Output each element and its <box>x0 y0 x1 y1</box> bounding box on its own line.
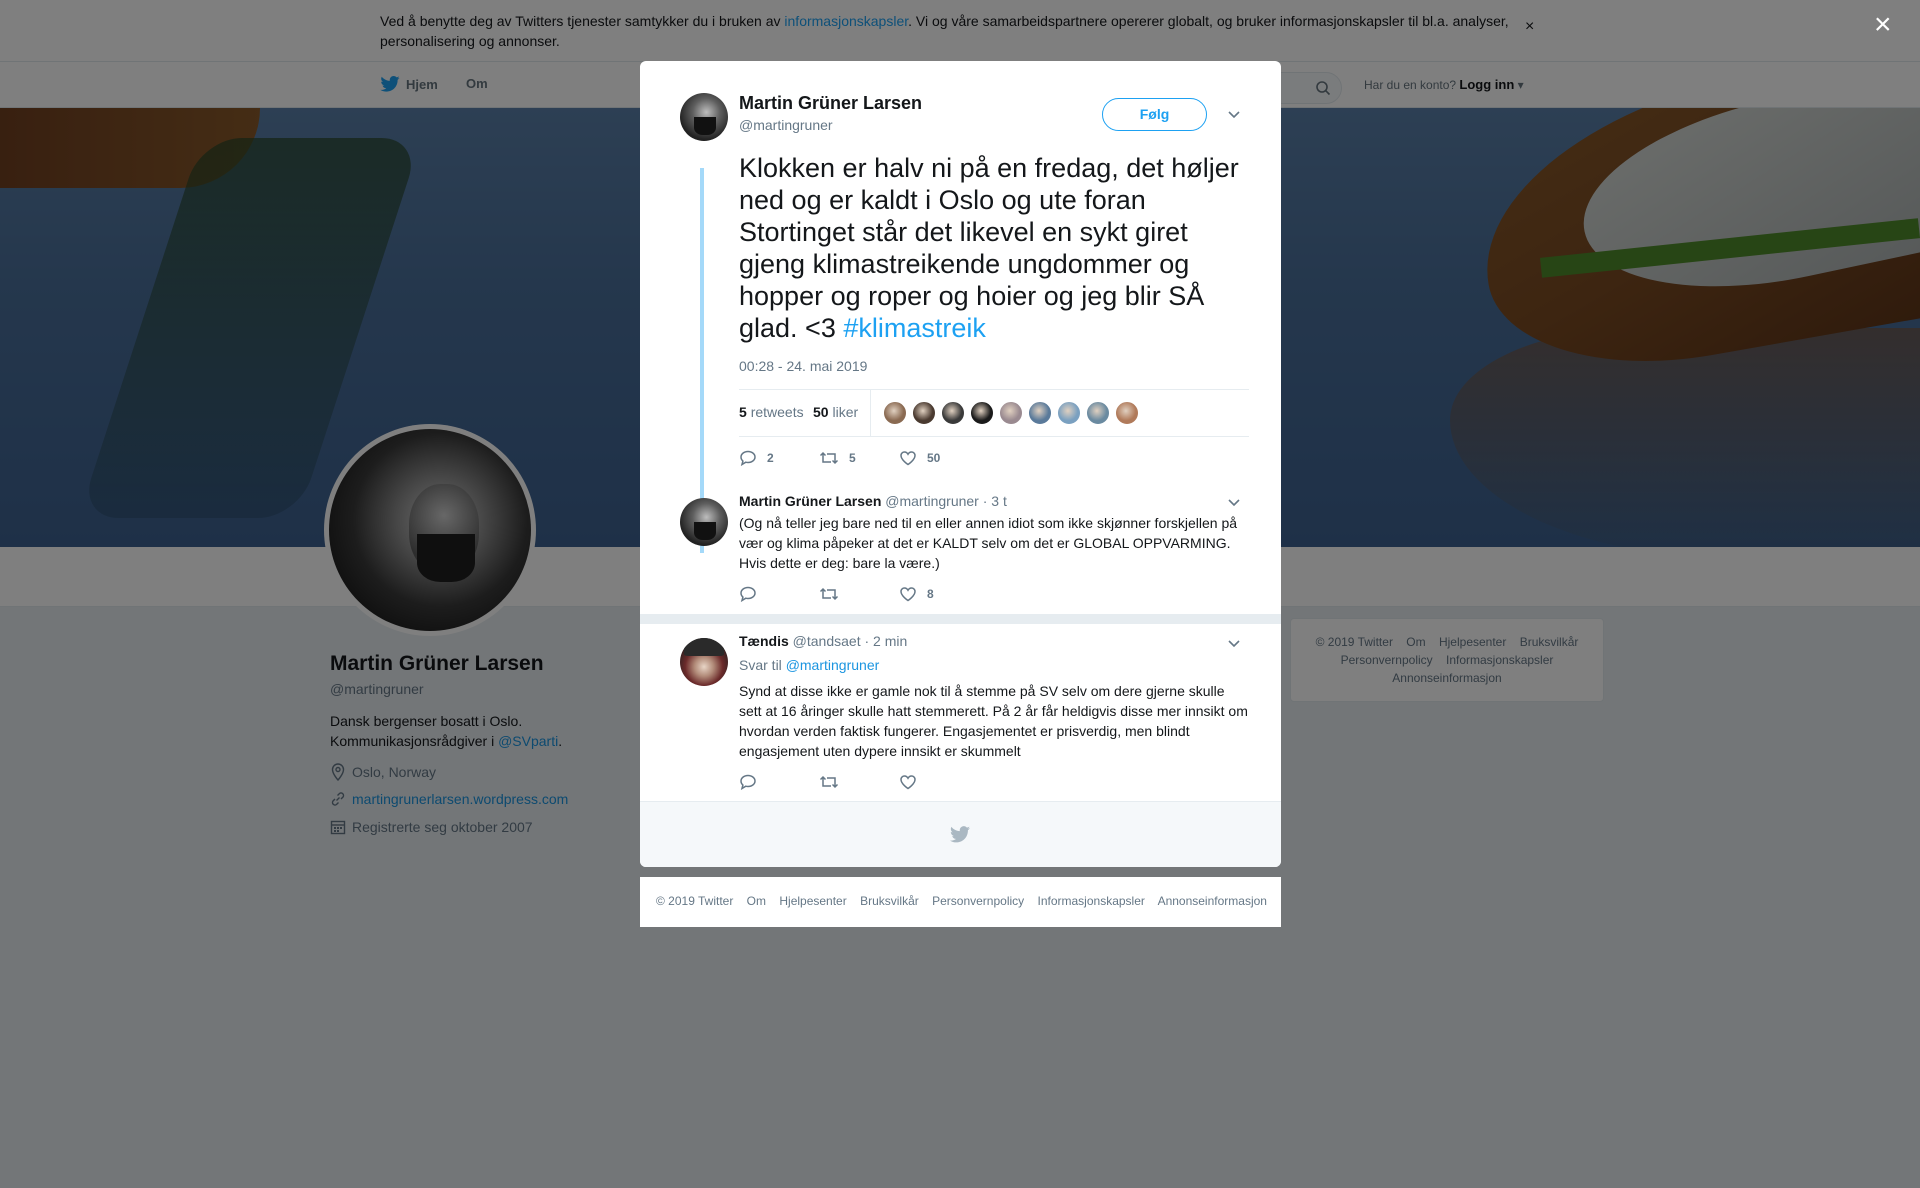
like-action[interactable]: 50 <box>899 450 979 466</box>
liker-avatar[interactable] <box>970 401 994 425</box>
like-count: 8 <box>927 587 934 601</box>
reply-header: Martin Grüner Larsen @martingruner · 3 t <box>739 493 1007 509</box>
twitter-bird-icon <box>950 826 970 843</box>
tweet-timestamp[interactable]: 00:28 - 24. mai 2019 <box>739 358 867 374</box>
reply-action[interactable]: 2 <box>739 450 819 466</box>
thread-separator <box>640 614 1281 624</box>
liker-avatar[interactable] <box>941 401 965 425</box>
reply-header: Tændis @tandsaet · 2 min <box>739 633 907 649</box>
retweet-action[interactable] <box>819 774 899 790</box>
likers-avatars <box>883 401 1139 425</box>
like-stat[interactable]: 50 liker <box>813 404 858 420</box>
liker-avatar[interactable] <box>1115 401 1139 425</box>
modal-footer <box>640 801 1281 867</box>
liker-avatar[interactable] <box>1028 401 1052 425</box>
reply-actions <box>739 774 979 790</box>
retweet-icon <box>819 775 839 789</box>
footer-link[interactable]: Annonseinformasjon <box>1158 894 1267 908</box>
retweet-stat[interactable]: 5 retweets <box>739 404 804 420</box>
reply-icon <box>740 774 756 790</box>
heart-icon <box>900 451 916 466</box>
retweet-icon <box>819 587 839 601</box>
tweet-body: Klokken er halv ni på en fredag, det høl… <box>739 153 1239 343</box>
heart-icon <box>900 775 916 790</box>
reply-text: Synd at disse ikke er gamle nok til å st… <box>739 683 1248 759</box>
reply-menu-chevron-icon[interactable] <box>1227 638 1241 648</box>
tweet-text: Klokken er halv ni på en fredag, det høl… <box>739 152 1249 344</box>
reply-time[interactable]: · 2 min <box>864 633 907 649</box>
footer-link[interactable]: Bruksvilkår <box>860 894 919 908</box>
footer-copyright: © 2019 Twitter <box>656 894 734 908</box>
hashtag-link[interactable]: #klimastreik <box>843 313 986 343</box>
follow-button[interactable]: Følg <box>1102 98 1207 131</box>
tweet-author-name[interactable]: Martin Grüner Larsen <box>739 93 922 114</box>
stats-divider <box>870 390 871 437</box>
like-count: 50 <box>927 451 941 465</box>
like-stat-count: 50 <box>813 404 829 420</box>
tweet-actions: 2 5 50 <box>739 450 979 466</box>
reply-to-line: Svar til @martingruner <box>739 657 879 673</box>
footer-link[interactable]: Personvernpolicy <box>932 894 1024 908</box>
reply-author-handle[interactable]: @tandsaet <box>793 633 861 649</box>
reply-text: (Og nå teller jeg bare ned til en eller … <box>739 515 1238 571</box>
footer-link[interactable]: Hjelpesenter <box>779 894 846 908</box>
reply-author-avatar[interactable] <box>680 638 728 686</box>
retweet-stat-label: retweets <box>750 404 804 420</box>
retweet-stat-count: 5 <box>739 404 747 420</box>
retweet-icon <box>819 451 839 465</box>
liker-avatar[interactable] <box>883 401 907 425</box>
reply-to-label: Svar til <box>739 657 782 673</box>
reply-actions: 8 <box>739 586 979 602</box>
thread-connector-line <box>700 168 704 553</box>
footer-link[interactable]: Om <box>747 894 766 908</box>
retweet-count: 5 <box>849 451 856 465</box>
reply-menu-chevron-icon[interactable] <box>1227 497 1241 507</box>
reply-author-name[interactable]: Martin Grüner Larsen <box>739 493 881 509</box>
tweet-stats: 5 retweets 50 liker <box>739 389 1249 437</box>
liker-avatar[interactable] <box>1057 401 1081 425</box>
footer-link[interactable]: Informasjonskapsler <box>1038 894 1145 908</box>
heart-icon <box>900 587 916 602</box>
close-modal-icon[interactable]: × <box>1874 10 1892 40</box>
tweet-menu-chevron-icon[interactable] <box>1227 109 1241 119</box>
reply-to-mention-link[interactable]: @martingruner <box>786 657 880 673</box>
tweet-permalink-modal: Martin Grüner Larsen @martingruner Følg … <box>640 61 1281 867</box>
tweet-author-handle[interactable]: @martingruner <box>739 117 833 133</box>
like-action[interactable] <box>899 774 979 790</box>
tweet-author-avatar[interactable] <box>680 93 728 141</box>
reply-icon <box>740 450 756 466</box>
like-stat-label: liker <box>832 404 859 420</box>
like-action[interactable]: 8 <box>899 586 979 602</box>
reply-icon <box>740 586 756 602</box>
modal-bottom-footer: © 2019 Twitter Om Hjelpesenter Bruksvilk… <box>640 877 1281 927</box>
reply-count: 2 <box>767 451 774 465</box>
reply-author-handle[interactable]: @martingruner <box>885 493 979 509</box>
reply-author-name[interactable]: Tændis <box>739 633 789 649</box>
retweet-action[interactable] <box>819 586 899 602</box>
retweet-action[interactable]: 5 <box>819 450 899 466</box>
liker-avatar[interactable] <box>999 401 1023 425</box>
reply-action[interactable] <box>739 774 819 790</box>
liker-avatar[interactable] <box>1086 401 1110 425</box>
liker-avatar[interactable] <box>912 401 936 425</box>
reply-time[interactable]: · 3 t <box>983 493 1007 509</box>
reply-author-avatar[interactable] <box>680 498 728 546</box>
reply-action[interactable] <box>739 586 819 602</box>
